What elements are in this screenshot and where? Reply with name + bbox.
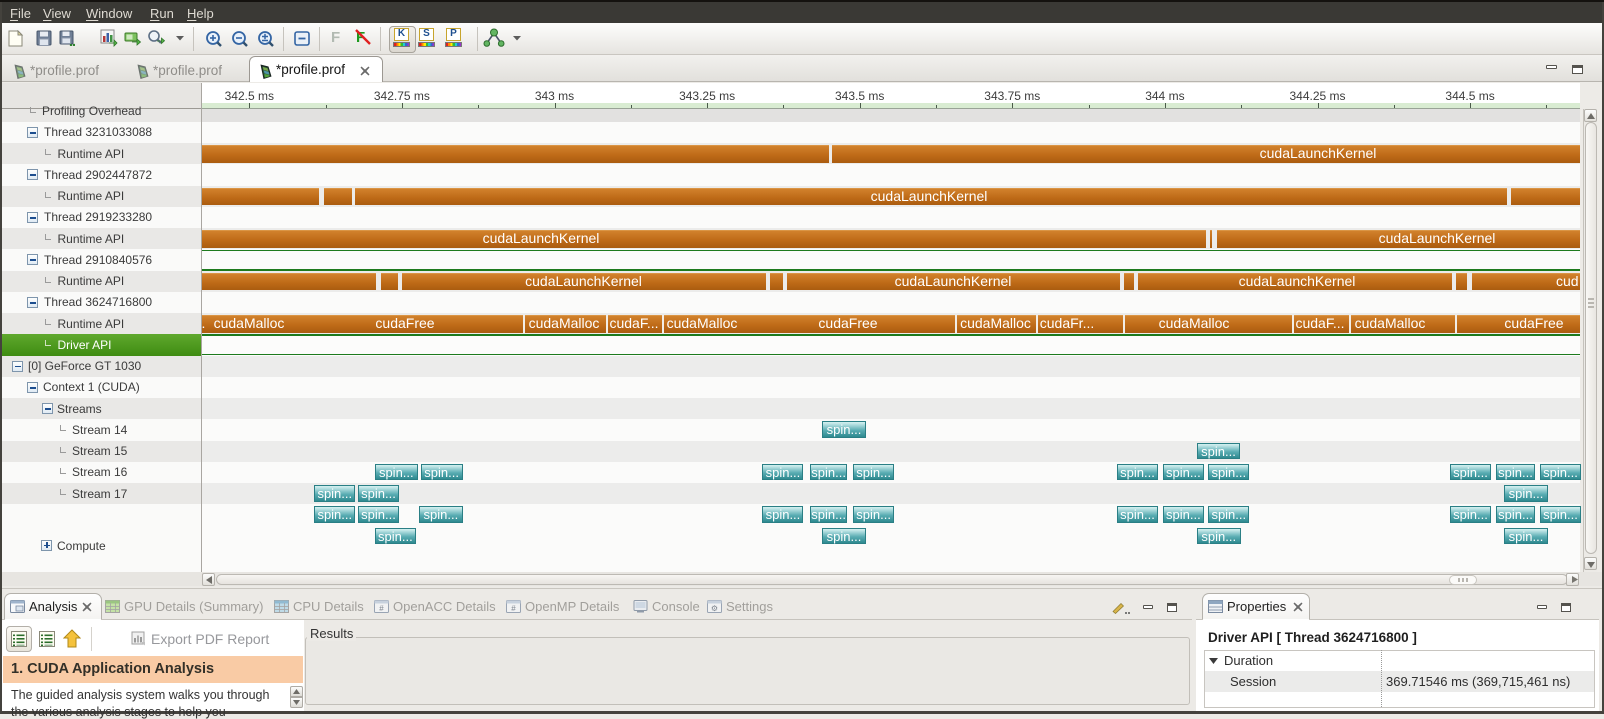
svg-text:⚙: ⚙ <box>711 604 718 613</box>
svg-text:#: # <box>511 604 516 613</box>
svg-text:#: # <box>379 604 384 613</box>
